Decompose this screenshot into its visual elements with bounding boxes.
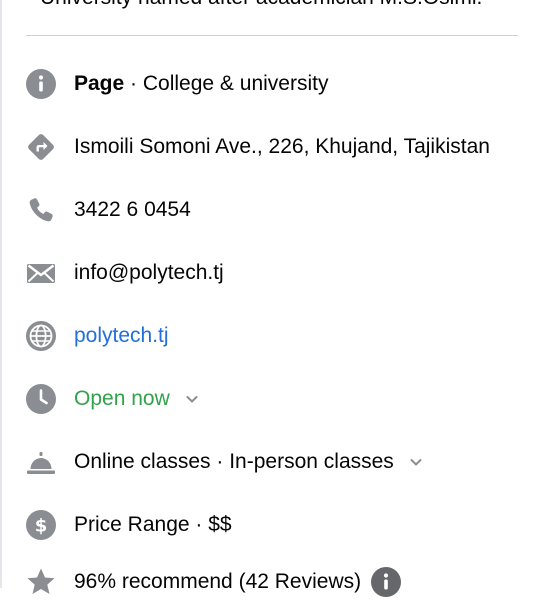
star-icon bbox=[26, 567, 56, 597]
phone-number: 3422 6 0454 bbox=[74, 198, 191, 221]
page-type-label: Page bbox=[74, 72, 125, 95]
hours-row[interactable]: Open now bbox=[26, 379, 200, 419]
category-row: Page · College & university bbox=[26, 64, 328, 104]
website-link[interactable]: polytech.tj bbox=[74, 324, 169, 348]
info-icon bbox=[26, 69, 56, 99]
rating-text: 96% recommend (42 Reviews) bbox=[74, 570, 362, 593]
price-icon: $ bbox=[26, 510, 56, 540]
services-text: Online classes · In-person classes bbox=[74, 450, 394, 473]
page-category[interactable]: College & university bbox=[143, 72, 329, 95]
chevron-down-icon[interactable] bbox=[184, 391, 200, 407]
panel-border bbox=[0, 0, 2, 588]
svg-text:$: $ bbox=[35, 516, 48, 537]
phone-row[interactable]: 3422 6 0454 bbox=[26, 190, 191, 230]
address-row[interactable]: Ismoili Somoni Ave., 226, Khujand, Tajik… bbox=[26, 127, 490, 167]
open-status: Open now bbox=[74, 387, 170, 410]
category-separator: · bbox=[124, 72, 143, 95]
chevron-down-icon[interactable] bbox=[408, 454, 424, 470]
email-address: info@polytech.tj bbox=[74, 261, 224, 284]
address-text: Ismoili Somoni Ave., 226, Khujand, Tajik… bbox=[74, 135, 490, 158]
globe-icon bbox=[26, 321, 56, 351]
service-bell-icon bbox=[26, 447, 56, 477]
email-row[interactable]: info@polytech.tj bbox=[26, 253, 224, 293]
divider bbox=[26, 35, 518, 36]
info-icon[interactable] bbox=[371, 567, 402, 597]
services-row[interactable]: Online classes · In-person classes bbox=[26, 442, 424, 482]
rating-row[interactable]: 96% recommend (42 Reviews) bbox=[26, 562, 402, 602]
mail-icon bbox=[26, 258, 56, 288]
price-row: $ Price Range · $$ bbox=[26, 505, 232, 545]
price-range: Price Range · $$ bbox=[74, 513, 232, 536]
clock-icon bbox=[26, 384, 56, 414]
directions-icon bbox=[26, 132, 56, 162]
phone-icon bbox=[26, 195, 56, 225]
website-row[interactable]: polytech.tj bbox=[26, 316, 169, 356]
intro-text: University named after academician M.S.O… bbox=[40, 0, 482, 10]
